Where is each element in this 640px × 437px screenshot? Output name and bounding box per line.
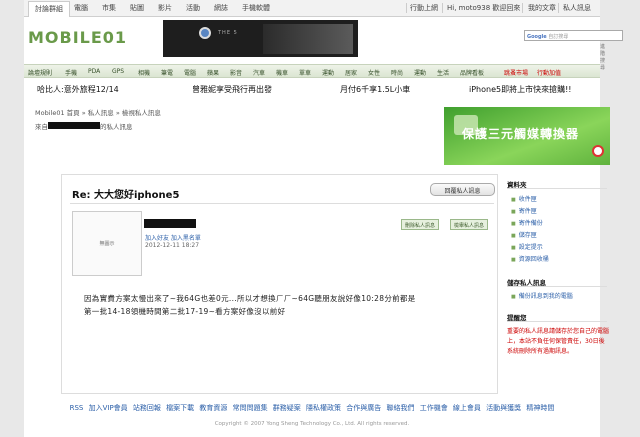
redacted-username	[48, 122, 100, 129]
tab-computer[interactable]: 電腦	[74, 3, 88, 13]
divider	[507, 321, 607, 322]
reply-button[interactable]: 回覆私人訊息	[430, 183, 495, 196]
sidebar-ad[interactable]: 保護三元觸媒轉換器	[444, 107, 610, 165]
category-item[interactable]: 相機	[138, 68, 150, 77]
category-item[interactable]: 運動	[414, 68, 426, 77]
redacted-sender-name	[144, 219, 196, 228]
tab-apps[interactable]: 手機軟體	[242, 3, 270, 13]
top-nav: 討論群組 電腦 市集 貼圖 影片 活動 網誌 手機軟體 行動上網 Hi, mot…	[24, 0, 600, 17]
mobile-link[interactable]: 行動上網	[410, 3, 438, 13]
my-posts-link[interactable]: 我的文章	[528, 3, 556, 13]
divider	[507, 188, 607, 189]
category-item[interactable]: 品牌看板	[460, 68, 484, 77]
category-item[interactable]: 單車	[299, 68, 311, 77]
google-label: Google	[527, 34, 547, 40]
copyright: Copyright © 2007 Yong Sheng Technology C…	[214, 421, 410, 427]
backup-messages-link[interactable]: 備份訊息到我的電腦	[511, 291, 573, 300]
folder-trash[interactable]: 資源回收桶	[511, 254, 549, 263]
category-bar: 論壇規則 手機 PDA GPS 相機 筆電 電腦 蘋果 影音 汽車 機車 單車 …	[24, 64, 600, 78]
message-subject: Re: 大大您好iphone5	[72, 190, 180, 201]
message-panel: Re: 大大您好iphone5 回覆私人訊息 無圖示 加入好友 加入黑名單 20…	[61, 174, 498, 394]
search-input[interactable]: Google 自訂搜尋	[524, 30, 623, 41]
message-body-line: 第一批14-18領機時間第二批17-19~看方案好像沒以前好	[84, 307, 286, 316]
divider	[406, 3, 407, 13]
bmw-logo-icon	[199, 27, 211, 39]
category-item[interactable]: 運動	[322, 68, 334, 77]
divider	[507, 286, 607, 287]
private-messages-link[interactable]: 私人訊息	[563, 3, 591, 13]
divider	[442, 3, 443, 13]
ad-text: 保護三元觸媒轉換器	[462, 127, 580, 141]
banner-image	[263, 24, 353, 54]
tab-videos[interactable]: 影片	[158, 3, 172, 13]
ad-brand-icon	[592, 145, 604, 157]
category-item-mobile-value[interactable]: 行動加值	[537, 68, 561, 77]
pm-sidebar: 資料夾 收件匣 寄件匣 寄件備份 儲存匣 設定提示 資源回收桶 儲存私人訊息 備…	[504, 174, 611, 394]
divider	[70, 203, 494, 204]
category-item[interactable]: 生活	[437, 68, 449, 77]
logo-text: MOBILE01	[28, 28, 127, 47]
category-item-market[interactable]: 跳蚤市場	[504, 68, 528, 77]
message-body-line: 因為實費方案太慢出來了~我64G也差0元...所以才想換ㄏㄏ~64G聽朋友說好像…	[84, 294, 416, 303]
from-prefix: 來自	[35, 123, 48, 131]
tab-blog[interactable]: 網誌	[214, 3, 228, 13]
tab-images[interactable]: 貼圖	[130, 3, 144, 13]
category-item[interactable]: PDA	[88, 68, 100, 75]
category-item[interactable]: 蘋果	[207, 68, 219, 77]
mobile01-logo[interactable]: MOBILE01	[28, 26, 158, 48]
category-item[interactable]: 汽車	[253, 68, 265, 77]
page-container: 討論群組 電腦 市集 貼圖 影片 活動 網誌 手機軟體 行動上網 Hi, mot…	[24, 0, 623, 437]
banner-ad[interactable]: THE 5	[163, 20, 358, 57]
from-suffix: 的私人訊息	[100, 123, 133, 131]
search-placeholder: 自訂搜尋	[548, 34, 569, 40]
tab-forum[interactable]: 討論群組	[28, 1, 70, 17]
category-item[interactable]: 影音	[230, 68, 242, 77]
news-link[interactable]: iPhone5即將上市快來搶購!!	[469, 84, 572, 95]
category-item[interactable]: 電腦	[184, 68, 196, 77]
reminder-text: 重要的私人訊息請儲存於您自己的電腦上，本站不負任何保管責任，30日後系統刪除所有…	[507, 328, 610, 355]
folder-outbox[interactable]: 寄件匣	[511, 206, 537, 215]
message-source: 來自 的私人訊息	[35, 121, 133, 131]
banner-text: THE 5	[218, 30, 238, 36]
folder-sent-backup[interactable]: 寄件備份	[511, 218, 543, 227]
delete-message-button[interactable]: 刪除私人訊息	[401, 219, 440, 230]
category-item[interactable]: 時尚	[391, 68, 403, 77]
avatar-label: 無圖示	[99, 241, 115, 247]
folder-saved[interactable]: 儲存匣	[511, 230, 537, 239]
tab-market[interactable]: 市集	[102, 3, 116, 13]
news-link[interactable]: 哈比人:意外旅程12/14	[37, 84, 119, 95]
divider	[522, 3, 523, 13]
category-item[interactable]: 機車	[276, 68, 288, 77]
category-item[interactable]: 女性	[368, 68, 380, 77]
category-item[interactable]: 手機	[65, 68, 77, 77]
category-item[interactable]: 論壇規則	[28, 68, 52, 77]
user-greeting-link[interactable]: Hi, moto938 歡迎回來	[447, 3, 520, 13]
breadcrumb[interactable]: Mobile01 首頁 » 私人訊息 » 檢視私人訊息	[35, 107, 161, 117]
folder-settings[interactable]: 設定提示	[511, 242, 543, 251]
category-item[interactable]: 筆電	[161, 68, 173, 77]
news-link[interactable]: 曾雅妮享受飛行再出發	[192, 84, 272, 95]
footer-links[interactable]: RSS 加入VIP會員 站務回報 檔案下載 教育資源 常問問題集 群務疑案 隱私…	[24, 403, 600, 413]
message-date: 2012-12-11 18:27	[145, 242, 200, 249]
divider	[558, 3, 559, 13]
report-message-button[interactable]: 檢舉私人訊息	[450, 219, 489, 230]
advanced-search-link[interactable]: 進階搜尋	[600, 43, 605, 71]
tab-events[interactable]: 活動	[186, 3, 200, 13]
news-link[interactable]: 月付6千享1.5L小車	[340, 84, 410, 95]
category-item[interactable]: 居家	[345, 68, 357, 77]
user-links[interactable]: 加入好友 加入黑名單	[145, 233, 201, 242]
avatar: 無圖示	[72, 211, 142, 276]
folder-inbox[interactable]: 收件匣	[511, 194, 537, 203]
category-item[interactable]: GPS	[112, 68, 124, 75]
